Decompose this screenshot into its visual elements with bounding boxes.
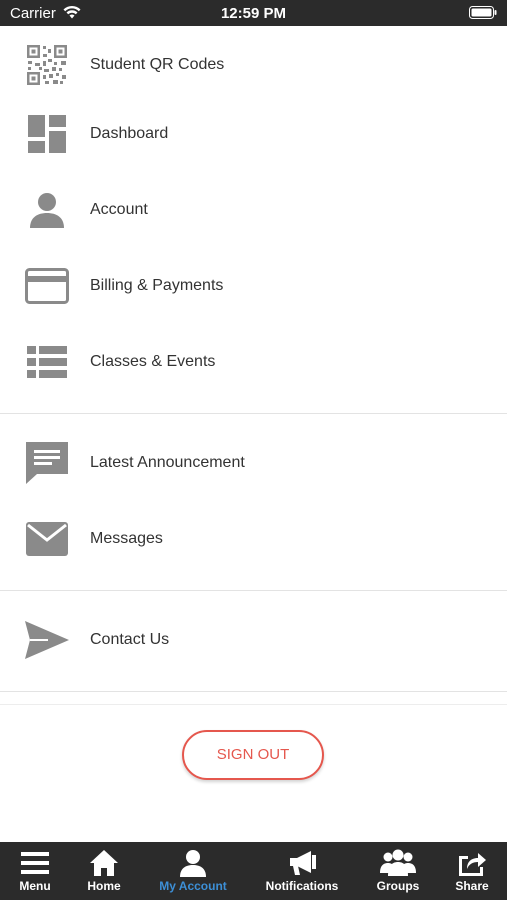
menu-item-messages[interactable]: Messages [0, 504, 507, 574]
sign-out-button[interactable]: SIGN OUT [182, 730, 324, 780]
home-icon [90, 850, 118, 876]
menu-item-label: Classes & Events [90, 353, 216, 370]
person-icon [24, 187, 70, 233]
paper-plane-icon [24, 617, 70, 663]
menu-item-student-qr-codes[interactable]: Student QR Codes [0, 30, 507, 100]
status-bar: Carrier 12:59 PM [0, 0, 507, 26]
bottom-tab-bar: Menu Home My Account Notifications Group… [0, 842, 507, 900]
section-divider [0, 413, 507, 414]
menu-item-contact-us[interactable]: Contact Us [0, 605, 507, 675]
tab-groups[interactable]: Groups [362, 842, 434, 900]
megaphone-icon [290, 851, 316, 875]
dashboard-icon [24, 111, 70, 157]
tab-label: Menu [19, 879, 51, 893]
menu-item-label: Latest Announcement [90, 454, 245, 471]
battery-icon [469, 6, 497, 19]
tab-menu[interactable]: Menu [0, 842, 70, 900]
envelope-icon [24, 516, 70, 562]
menu-item-label: Messages [90, 530, 163, 547]
hamburger-icon [21, 852, 49, 874]
tab-label: Notifications [265, 879, 339, 893]
section-divider [0, 590, 507, 591]
tab-notifications[interactable]: Notifications [256, 842, 348, 900]
menu-item-dashboard[interactable]: Dashboard [0, 99, 507, 169]
tab-share[interactable]: Share [442, 842, 502, 900]
menu-item-label: Dashboard [90, 125, 169, 142]
qr-code-icon [24, 42, 70, 88]
menu-item-billing-payments[interactable]: Billing & Payments [0, 251, 507, 321]
group-icon [380, 849, 416, 876]
tab-my-account[interactable]: My Account [148, 842, 238, 900]
section-divider [0, 691, 507, 692]
tab-label: Share [455, 879, 489, 893]
tab-label: Groups [376, 879, 420, 893]
menu-item-label: Billing & Payments [90, 277, 224, 294]
section-divider [0, 704, 507, 705]
status-time: 12:59 PM [220, 5, 287, 22]
tab-label: Home [87, 879, 121, 893]
menu-item-account[interactable]: Account [0, 175, 507, 245]
menu-item-latest-announcement[interactable]: Latest Announcement [0, 428, 507, 498]
menu-item-label: Account [90, 201, 148, 218]
share-icon [459, 853, 486, 876]
credit-card-icon [24, 263, 70, 309]
tab-home[interactable]: Home [70, 842, 138, 900]
person-icon [180, 850, 206, 877]
speech-bubble-icon [24, 440, 70, 486]
list-icon [24, 339, 70, 385]
menu-item-label: Contact Us [90, 631, 170, 648]
tab-label: My Account [159, 879, 227, 893]
menu-item-label: Student QR Codes [90, 56, 225, 73]
menu-item-classes-events[interactable]: Classes & Events [0, 327, 507, 397]
